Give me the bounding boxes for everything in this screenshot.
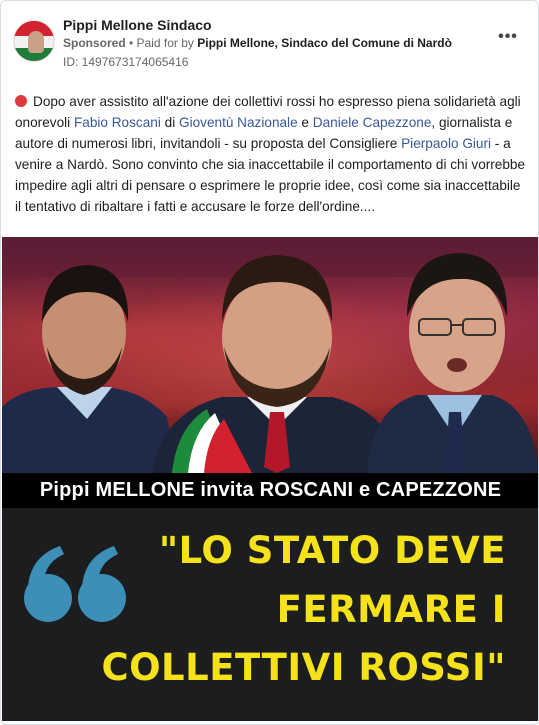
quote-line-2: FERMARE I: [276, 588, 506, 631]
paid-for-prefix: Paid for by: [136, 36, 198, 50]
link-gioventu-nazionale[interactable]: Gioventù Nazionale: [179, 115, 298, 130]
ad-post-card: Pippi Mellone Sindaco Sponsored • Paid f…: [0, 0, 539, 725]
quote-area: "LO STATO DEVE FERMARE I COLLETTIVI ROSS…: [2, 508, 538, 721]
image-banner: Pippi MELLONE invita ROSCANI e CAPEZZONE: [2, 473, 538, 508]
quote-line-1: "LO STATO DEVE: [158, 529, 506, 572]
post-text-part-3: e: [297, 115, 313, 130]
page-name-link[interactable]: Pippi Mellone Sindaco: [63, 17, 212, 33]
quote-mark-icon: [24, 546, 126, 622]
avatar-face: [28, 31, 44, 53]
ad-id: ID: 1497673174065416: [63, 55, 189, 69]
person-center-illustration: [152, 255, 402, 473]
link-fabio-roscani[interactable]: Fabio Roscani: [74, 115, 161, 130]
link-daniele-capezzone[interactable]: Daniele Capezzone: [313, 115, 432, 130]
sponsored-meta: Sponsored • Paid for by Pippi Mellone, S…: [63, 36, 452, 50]
quote-line-3: COLLETTIVI ROSSI": [101, 646, 506, 689]
person-right-illustration: [367, 253, 538, 473]
sponsored-label: Sponsored: [63, 36, 126, 50]
banner-text: Pippi MELLONE invita ROSCANI e CAPEZZONE: [39, 479, 502, 501]
link-pierpaolo-giuri[interactable]: Pierpaolo Giuri: [401, 136, 491, 151]
red-circle-icon: [15, 95, 27, 107]
post-body-text: Dopo aver assistito all'azione dei colle…: [15, 91, 529, 217]
post-text-part-2: di: [160, 115, 179, 130]
post-header: Pippi Mellone Sindaco Sponsored • Paid f…: [13, 15, 526, 75]
page-avatar[interactable]: [13, 20, 55, 62]
ad-image[interactable]: Pippi MELLONE invita ROSCANI e CAPEZZONE…: [2, 237, 538, 721]
more-horizontal-icon[interactable]: •••: [496, 29, 520, 49]
meta-separator: •: [125, 36, 137, 50]
paid-for-by-name: Pippi Mellone, Sindaco del Comune di Nar…: [197, 36, 452, 50]
